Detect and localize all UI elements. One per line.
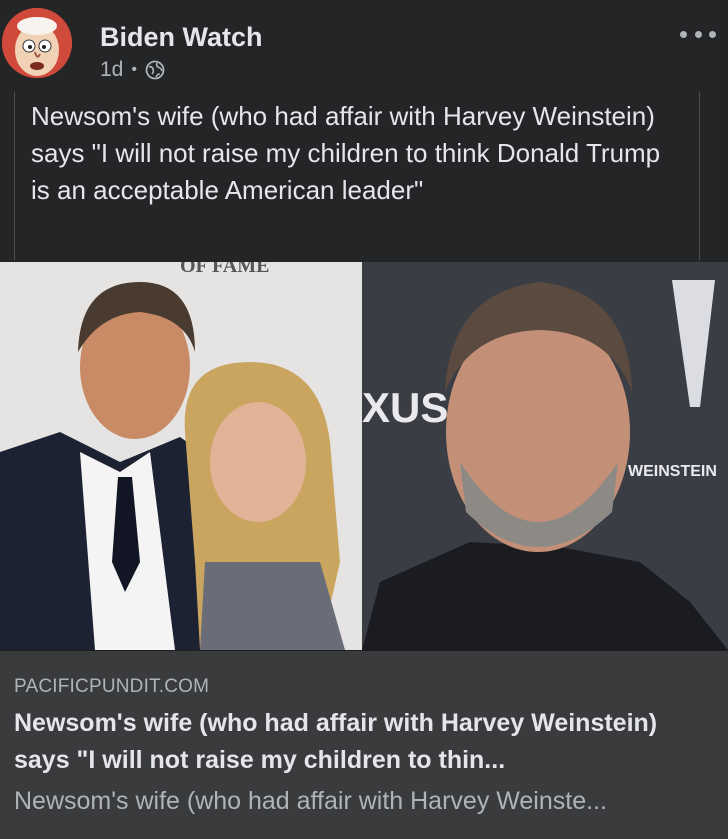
post-text-container: Newsom's wife (who had affair with Harve… bbox=[14, 92, 700, 260]
post-meta: 1d • bbox=[100, 58, 165, 82]
post-photo[interactable]: OF FAME XUS WEINSTEIN bbox=[0, 262, 728, 650]
globe-icon[interactable] bbox=[145, 60, 165, 80]
right-backdrop-text-1: XUS bbox=[362, 384, 448, 431]
more-options-icon[interactable] bbox=[680, 22, 716, 46]
woman-dress bbox=[200, 562, 345, 650]
right-backdrop-text-2: WEINSTEIN bbox=[628, 463, 717, 480]
link-description: Newsom's wife (who had affair with Harve… bbox=[14, 787, 607, 815]
avatar-caricature-icon bbox=[2, 8, 72, 78]
page-avatar[interactable] bbox=[2, 8, 72, 78]
post-text: Newsom's wife (who had affair with Harve… bbox=[31, 101, 661, 205]
meta-separator: • bbox=[131, 61, 137, 78]
post-timestamp[interactable]: 1d bbox=[100, 58, 123, 82]
post-header: Biden Watch 1d • bbox=[0, 0, 728, 92]
page-name[interactable]: Biden Watch bbox=[100, 22, 263, 53]
link-title[interactable]: Newsom's wife (who had affair with Harve… bbox=[14, 705, 714, 779]
link-domain: PACIFICPUNDIT.COM bbox=[14, 676, 210, 697]
woman-face bbox=[210, 402, 306, 522]
link-preview-card[interactable]: PACIFICPUNDIT.COM Newsom's wife (who had… bbox=[0, 650, 728, 839]
left-backdrop-text: OF FAME bbox=[180, 262, 269, 277]
